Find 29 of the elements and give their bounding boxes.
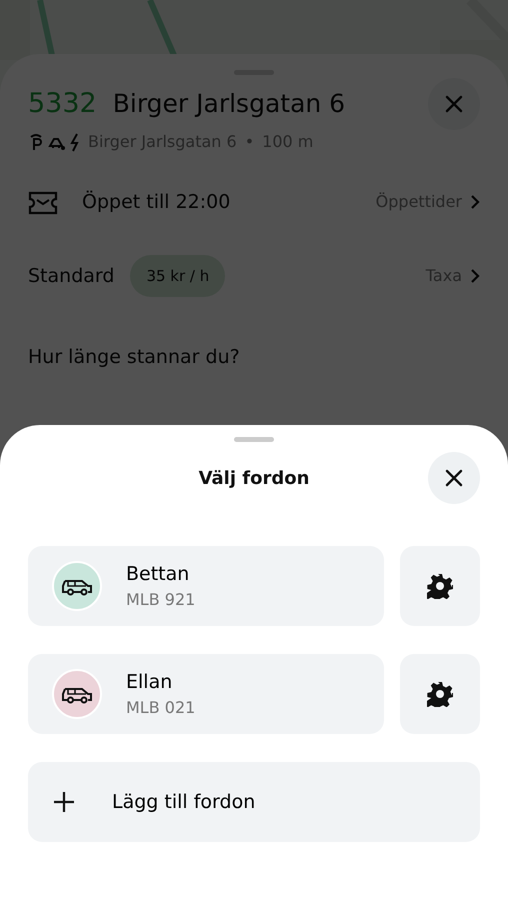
gear-icon [427,573,453,599]
price-tag: 35 kr / h [130,254,226,297]
plate-number: MLB 921 [126,589,196,612]
vehicle-card[interactable]: Ellan MLB 021 [28,654,384,734]
drag-handle[interactable] [234,437,274,442]
plus-icon [52,790,76,814]
close-button[interactable] [428,452,480,504]
sheet-title: Välj fordon [198,466,310,490]
hours-text: Öppet till 22:00 [82,190,230,215]
settings-button[interactable] [400,654,480,734]
vehicle-name: Ellan [126,670,174,695]
gear-icon [427,681,453,707]
parking-icon [28,132,44,152]
question-text: Hur länge stannar du? [28,345,241,370]
chevron-icon [470,194,480,210]
vehicle-name: Bettan [126,562,190,587]
chevron-icon [470,268,480,284]
close-icon [445,469,463,487]
ticket-icon [28,190,58,215]
zone-code: 5332 [28,86,97,121]
settings-button[interactable] [400,546,480,626]
zone-title: Birger Jarlsgatan 6 [112,88,346,120]
rate-label: Standard [28,264,114,288]
lightning-icon [70,132,80,152]
close-icon [445,95,463,113]
vehicle-card[interactable]: Bettan MLB 921 [28,546,384,626]
plate-number: MLB 021 [126,697,196,720]
separator-dot: • [244,131,254,153]
add-vehicle-button[interactable]: Lägg till fordon [28,762,480,842]
